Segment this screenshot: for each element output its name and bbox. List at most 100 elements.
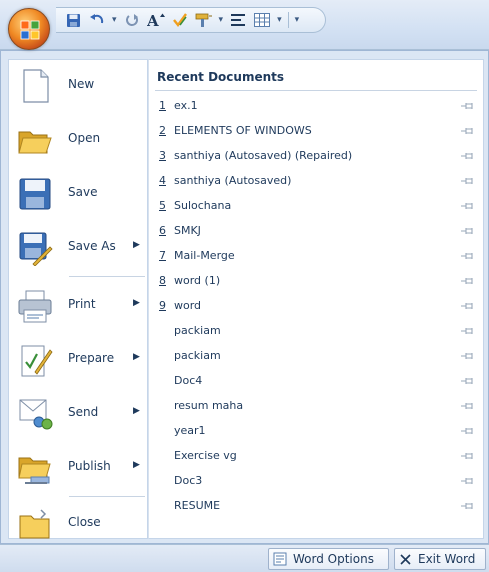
recent-document-row[interactable]: year1 — [149, 419, 483, 444]
pin-icon[interactable] — [461, 351, 475, 361]
recent-document-number: 2 — [159, 124, 166, 137]
save-disk-icon — [19, 178, 51, 210]
menu-item-label: Send — [68, 405, 99, 419]
recent-documents-header: Recent Documents — [157, 70, 285, 84]
exit-word-button[interactable]: Exit Word — [394, 548, 486, 570]
menu-item-open[interactable]: Open — [9, 116, 147, 164]
pin-icon[interactable] — [461, 501, 475, 511]
menu-item-publish[interactable]: Publish ▶ — [9, 444, 147, 492]
recent-document-name: Mail-Merge — [174, 249, 235, 262]
close-icon — [400, 553, 411, 565]
pin-icon[interactable] — [461, 101, 475, 111]
office-button[interactable] — [8, 8, 50, 50]
office-logo-icon — [20, 20, 40, 40]
painter-dropdown-icon[interactable]: ▾ — [219, 15, 224, 25]
recent-document-row[interactable]: 4 santhiya (Autosaved) — [149, 169, 483, 194]
menu-item-label: Close — [68, 515, 101, 529]
recent-document-name: word — [174, 299, 202, 312]
recent-document-row[interactable]: 2 ELEMENTS OF WINDOWS — [149, 119, 483, 144]
recent-document-row[interactable]: 5 Sulochana — [149, 194, 483, 219]
close-folder-icon — [19, 509, 50, 539]
title-bar: ▾ A ▾ ▾ ▾ — [0, 0, 489, 50]
undo-dropdown-icon[interactable]: ▾ — [112, 15, 117, 25]
recent-document-row[interactable]: Exercise vg — [149, 444, 483, 469]
publish-icon — [18, 457, 51, 484]
recent-document-name: ex.1 — [174, 99, 198, 112]
recent-document-row[interactable]: Doc3 — [149, 469, 483, 494]
recent-document-name: Sulochana — [174, 199, 232, 212]
recent-document-row[interactable]: 3 santhiya (Autosaved) (Repaired) — [149, 144, 483, 169]
table-dropdown-icon[interactable]: ▾ — [277, 15, 282, 25]
recent-document-row[interactable]: 9 word — [149, 294, 483, 319]
recent-document-name: RESUME — [174, 499, 221, 512]
recent-document-row[interactable]: Doc4 — [149, 369, 483, 394]
recent-document-row[interactable]: resum maha — [149, 394, 483, 419]
menu-item-send[interactable]: Send ▶ — [9, 390, 147, 438]
pin-icon[interactable] — [461, 326, 475, 336]
format-painter-icon[interactable] — [195, 11, 213, 29]
quick-access-toolbar: ▾ A ▾ ▾ ▾ — [56, 7, 326, 33]
menu-item-label: Save — [68, 185, 98, 199]
recent-document-name: word (1) — [174, 274, 221, 287]
menu-item-save[interactable]: Save — [9, 170, 147, 218]
pin-icon[interactable] — [461, 476, 475, 486]
recent-document-name: Doc3 — [174, 474, 203, 487]
menu-item-label: Save As — [68, 239, 116, 253]
recent-document-name: year1 — [174, 424, 206, 437]
exit-word-label: Exit Word — [418, 552, 476, 566]
pin-icon[interactable] — [461, 276, 475, 286]
recent-document-number: 1 — [159, 99, 166, 112]
submenu-arrow-icon: ▶ — [133, 352, 140, 362]
menu-separator — [69, 276, 145, 277]
word-options-button[interactable]: Word Options — [268, 548, 389, 570]
word-options-icon — [273, 552, 287, 566]
pin-icon[interactable] — [461, 451, 475, 461]
menu-item-prepare[interactable]: Prepare ▶ — [9, 336, 147, 384]
recent-document-number: 6 — [159, 224, 166, 237]
pin-icon[interactable] — [461, 251, 475, 261]
send-icon — [19, 399, 53, 430]
customize-qat-icon[interactable]: ▾ — [295, 15, 300, 25]
recent-document-row[interactable]: RESUME — [149, 494, 483, 519]
recent-document-row[interactable]: packiam — [149, 344, 483, 369]
menu-item-print[interactable]: Print ▶ — [9, 282, 147, 330]
spelling-icon[interactable] — [171, 11, 189, 29]
align-icon[interactable] — [229, 11, 247, 29]
menu-item-close[interactable]: Close — [9, 500, 147, 548]
menu-item-new[interactable]: New — [9, 62, 147, 110]
recent-document-row[interactable]: 1 ex.1 — [149, 94, 483, 119]
pin-icon[interactable] — [461, 151, 475, 161]
pin-icon[interactable] — [461, 301, 475, 311]
recent-document-name: Doc4 — [174, 374, 203, 387]
header-divider — [155, 90, 477, 91]
menu-item-label: Open — [68, 131, 101, 145]
table-icon[interactable] — [253, 11, 271, 29]
pin-icon[interactable] — [461, 401, 475, 411]
new-document-icon — [23, 69, 49, 103]
recent-document-number: 5 — [159, 199, 166, 212]
submenu-arrow-icon: ▶ — [133, 298, 140, 308]
recent-document-name: santhiya (Autosaved) (Repaired) — [174, 149, 353, 162]
recent-document-row[interactable]: packiam — [149, 319, 483, 344]
grow-font-icon[interactable]: A — [147, 11, 165, 29]
pin-icon[interactable] — [461, 176, 475, 186]
pin-icon[interactable] — [461, 201, 475, 211]
recent-document-row[interactable]: 8 word (1) — [149, 269, 483, 294]
recent-document-number: 4 — [159, 174, 166, 187]
pin-icon[interactable] — [461, 376, 475, 386]
recent-document-row[interactable]: 6 SMKJ — [149, 219, 483, 244]
redo-icon[interactable] — [123, 11, 141, 29]
pin-icon[interactable] — [461, 426, 475, 436]
recent-document-row[interactable]: 7 Mail-Merge — [149, 244, 483, 269]
menu-separator — [69, 496, 145, 497]
undo-icon[interactable] — [88, 11, 106, 29]
recent-document-name: packiam — [174, 324, 221, 337]
save-as-icon — [19, 232, 53, 266]
recent-document-name: Exercise vg — [174, 449, 237, 462]
menu-item-save-as[interactable]: Save As ▶ — [9, 224, 147, 272]
submenu-arrow-icon: ▶ — [133, 240, 140, 250]
recent-document-name: SMKJ — [174, 224, 201, 237]
pin-icon[interactable] — [461, 126, 475, 136]
save-icon[interactable] — [64, 11, 82, 29]
pin-icon[interactable] — [461, 226, 475, 236]
